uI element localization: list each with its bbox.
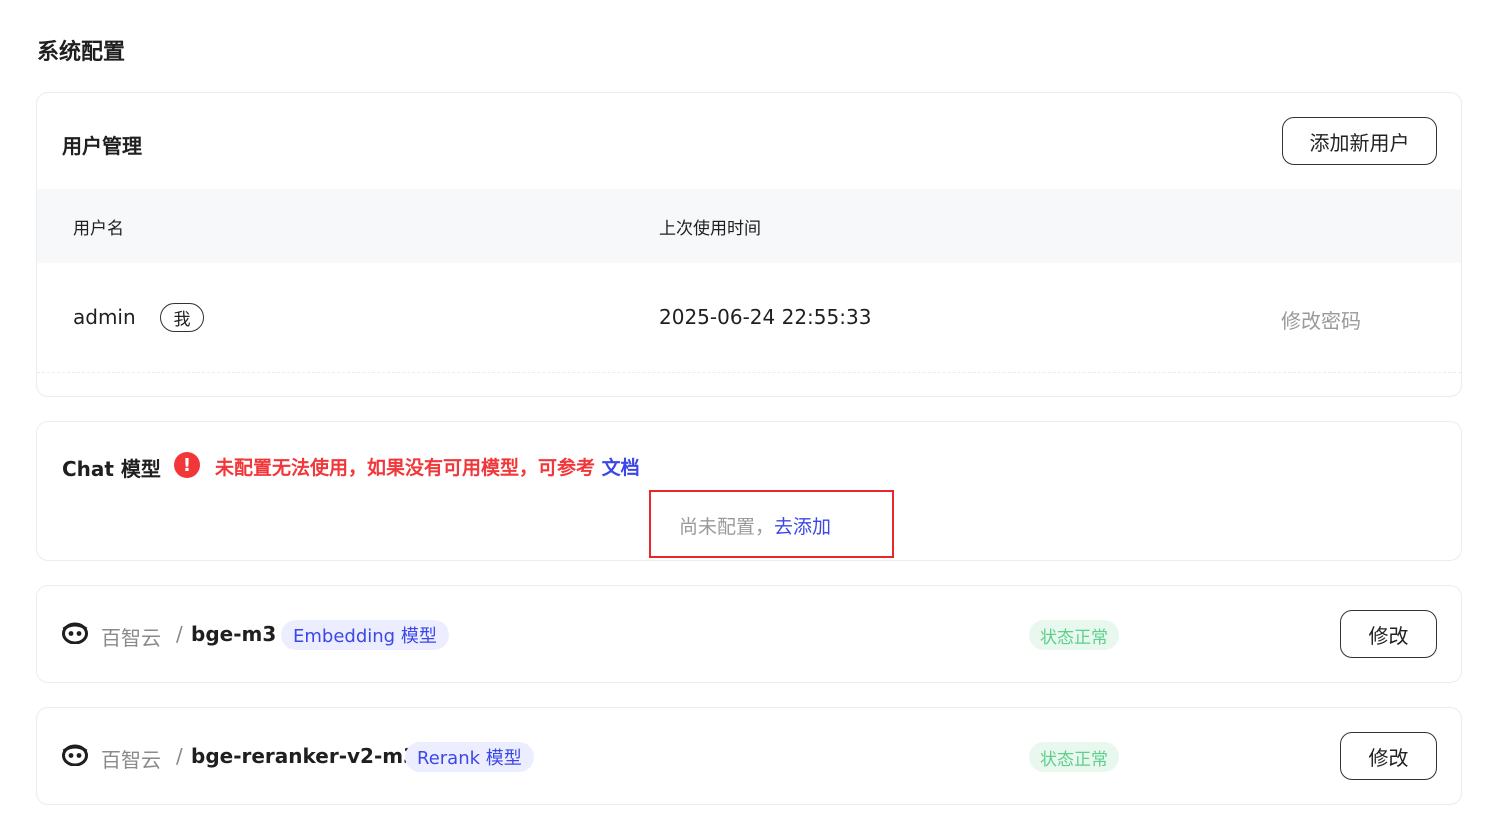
not-configured-text: 尚未配置， [679, 516, 775, 538]
rerank-model-card: 百智云 / bge-reranker-v2-m3 Rerank 模型 状态正常 … [36, 707, 1462, 805]
add-user-button[interactable]: 添加新用户 [1282, 117, 1437, 165]
status-badge: 状态正常 [1029, 620, 1119, 650]
embedding-model-card: 百智云 / bge-m3 Embedding 模型 状态正常 修改 [36, 585, 1462, 683]
baizhiyun-logo-icon [62, 622, 88, 644]
page-title: 系统配置 [37, 40, 126, 65]
me-badge: 我 [160, 303, 204, 332]
user-management-title: 用户管理 [62, 134, 142, 158]
warning-text: 未配置无法使用，如果没有可用模型，可参考 [215, 457, 596, 479]
user-management-card: 用户管理 添加新用户 用户名 上次使用时间 admin 我 2025-06-24… [36, 92, 1462, 397]
chat-model-title: Chat 模型 [62, 457, 161, 481]
warning-message: 未配置无法使用，如果没有可用模型，可参考 文档 [215, 453, 640, 480]
provider-name: 百智云 [101, 626, 161, 650]
users-table-header: 用户名 上次使用时间 [37, 189, 1461, 263]
column-username: 用户名 [73, 219, 124, 239]
column-last-used: 上次使用时间 [659, 219, 761, 239]
empty-state-box: 尚未配置，去添加 [649, 490, 894, 558]
model-type-tag: Embedding 模型 [281, 620, 449, 650]
baizhiyun-logo-icon [62, 744, 88, 766]
add-chat-model-link[interactable]: 去添加 [774, 516, 831, 538]
model-name: bge-m3 [191, 622, 277, 646]
last-used-cell: 2025-06-24 22:55:33 [659, 305, 872, 329]
change-password-link[interactable]: 修改密码 [1281, 305, 1361, 334]
separator: / [176, 622, 183, 646]
separator: / [176, 744, 183, 768]
model-type-tag: Rerank 模型 [405, 742, 534, 772]
status-badge: 状态正常 [1029, 742, 1119, 772]
edit-rerank-button[interactable]: 修改 [1340, 732, 1437, 780]
edit-embedding-button[interactable]: 修改 [1340, 610, 1437, 658]
provider-name: 百智云 [101, 748, 161, 772]
username-cell: admin [73, 305, 136, 329]
empty-state-text: 尚未配置，去添加 [679, 512, 831, 539]
table-row: admin 我 2025-06-24 22:55:33 修改密码 [37, 263, 1461, 373]
exclamation-icon: ! [174, 452, 200, 478]
chat-model-card: Chat 模型 ! 未配置无法使用，如果没有可用模型，可参考 文档 尚未配置，去… [36, 421, 1462, 561]
model-name: bge-reranker-v2-m3 [191, 744, 418, 768]
doc-link[interactable]: 文档 [602, 457, 640, 479]
